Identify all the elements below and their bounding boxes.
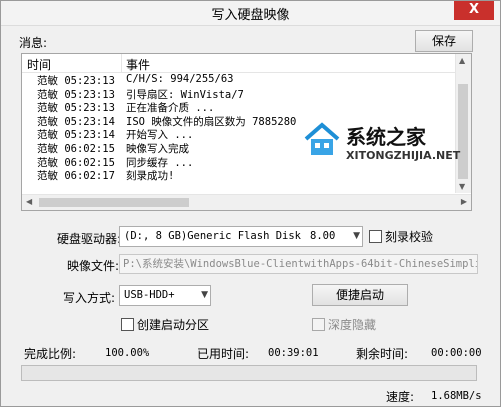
- close-button[interactable]: X: [454, 1, 494, 20]
- drive-value: (D:, 8 GB)Generic Flash Disk: [124, 230, 302, 242]
- create-partition-checkbox[interactable]: [121, 318, 134, 331]
- log-time: 范敏 06:02:17: [37, 170, 115, 183]
- column-divider[interactable]: [121, 54, 122, 72]
- scroll-up-icon[interactable]: ▲: [459, 56, 465, 65]
- elapsed-time-label: 已用时间:: [197, 347, 250, 361]
- deep-hide-checkbox[interactable]: [312, 318, 325, 331]
- write-mode-label: 写入方式:: [63, 291, 116, 305]
- write-mode-select[interactable]: USB-HDD+ ▼: [119, 285, 211, 306]
- verify-label: 刻录校验: [385, 230, 434, 244]
- watermark-name: 系统之家: [346, 125, 426, 149]
- log-event: 刻录成功!: [126, 170, 175, 183]
- window-title: 写入硬盘映像: [211, 8, 290, 23]
- horizontal-scrollbar[interactable]: ◀ ▶: [22, 194, 471, 210]
- chevron-down-icon: ▼: [353, 231, 360, 241]
- watermark-url: XITONGZHIJIA.NET: [346, 149, 461, 162]
- drive-select[interactable]: (D:, 8 GB)Generic Flash Disk 8.00 ▼: [119, 226, 363, 247]
- scroll-right-icon[interactable]: ▶: [461, 197, 467, 206]
- deep-hide-label: 深度隐藏: [328, 318, 377, 332]
- completion-ratio-label: 完成比例:: [24, 347, 77, 361]
- write-disk-image-window: 写入硬盘映像 X 消息: 保存 时间 事件 范敏 05:23:13 C/H/S: …: [0, 0, 501, 407]
- speed-value: 1.68MB/s: [431, 390, 482, 402]
- speed-label: 速度:: [386, 390, 415, 404]
- scroll-down-icon[interactable]: ▼: [459, 182, 465, 191]
- site-watermark: 系统之家 XITONGZHIJIA.NET: [302, 117, 482, 183]
- house-logo-icon: [304, 122, 340, 155]
- messages-label: 消息:: [19, 36, 48, 50]
- drive-label: 硬盘驱动器:: [57, 232, 122, 246]
- horizontal-scroll-thumb[interactable]: [39, 198, 189, 207]
- image-file-field[interactable]: P:\系统安装\WindowsBlue-ClientwithApps-64bit…: [119, 254, 478, 274]
- log-event: C/H/S: 994/255/63: [126, 73, 234, 85]
- save-button[interactable]: 保存: [415, 30, 473, 52]
- title-bar: 写入硬盘映像 X: [1, 1, 500, 26]
- chevron-down-icon: ▼: [201, 290, 208, 300]
- create-partition-label: 创建启动分区: [137, 318, 210, 332]
- time-column-header[interactable]: 时间: [27, 56, 51, 73]
- write-mode-value: USB-HDD+: [124, 289, 175, 301]
- elapsed-time-value: 00:39:01: [268, 347, 319, 359]
- scroll-left-icon[interactable]: ◀: [26, 197, 32, 206]
- remaining-time-label: 剩余时间:: [356, 347, 409, 361]
- event-column-header[interactable]: 事件: [126, 56, 150, 73]
- image-file-label: 映像文件:: [67, 259, 120, 273]
- progress-bar: [21, 365, 477, 381]
- log-header: 时间 事件: [22, 54, 457, 73]
- drive-size: 8.00: [310, 230, 336, 242]
- remaining-time-value: 00:00:00: [431, 347, 482, 359]
- quick-boot-button[interactable]: 便捷启动: [312, 284, 408, 306]
- completion-ratio-value: 100.00%: [105, 347, 150, 359]
- verify-checkbox[interactable]: [369, 230, 382, 243]
